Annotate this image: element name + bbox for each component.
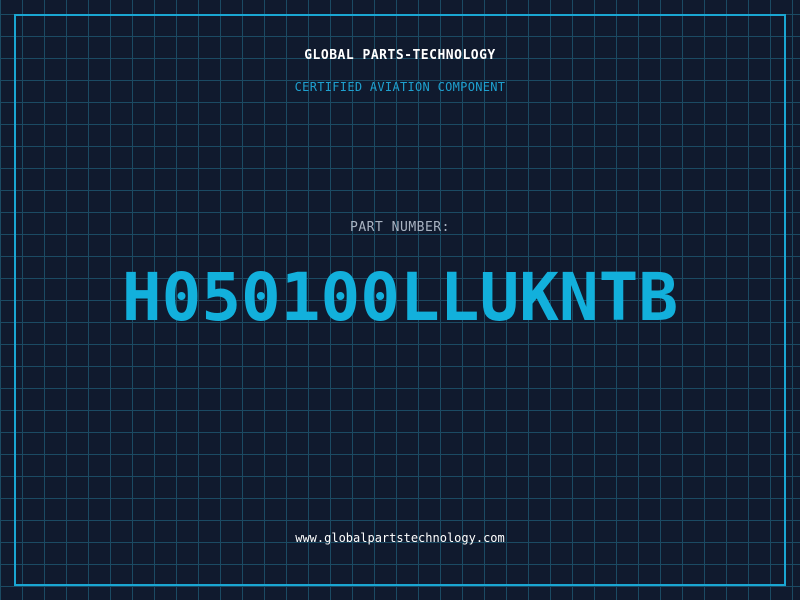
part-number-value: H050100LLUKNTB — [121, 259, 679, 336]
company-name: GLOBAL PARTS-TECHNOLOGY — [304, 48, 496, 63]
grid-background: GLOBAL PARTS-TECHNOLOGY CERTIFIED AVIATI… — [0, 0, 800, 600]
certification-subtitle: CERTIFIED AVIATION COMPONENT — [294, 80, 506, 94]
part-number-label: PART NUMBER: — [350, 220, 450, 235]
website-url: www.globalpartstechnology.com — [295, 531, 505, 545]
